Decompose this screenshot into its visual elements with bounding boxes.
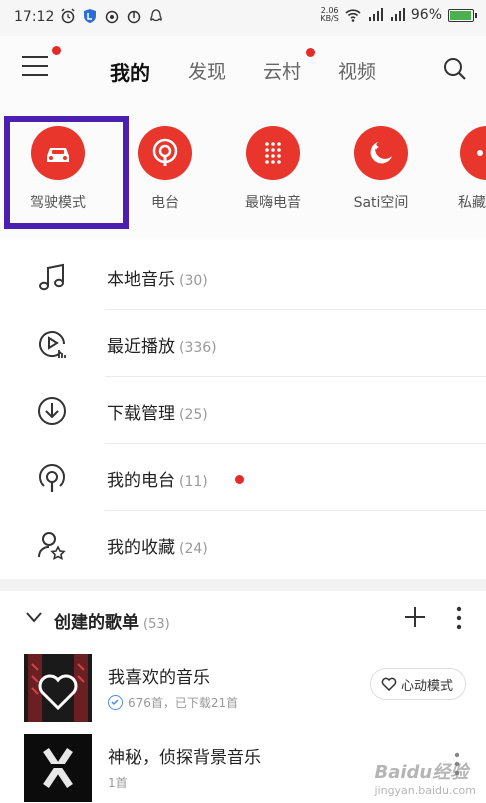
new-content-dot [235,475,244,484]
quick-private[interactable]: 私藏 [436,126,486,212]
music-note-icon [39,263,64,291]
qq-icon [150,9,162,22]
netease-icon [127,10,141,24]
playlist-cover [24,654,92,722]
more-options-icon[interactable] [456,606,462,630]
battery-icon [448,8,477,22]
weibo-icon [105,10,119,24]
downloaded-check-icon [108,695,123,710]
top-nav: 我的 发现 云村 视频 [0,36,486,104]
tab-video[interactable]: 视频 [338,57,376,84]
tab-discover[interactable]: 发现 [188,57,226,84]
add-playlist-icon[interactable] [404,606,426,628]
cloud-village-badge-dot [306,48,315,57]
signal-icon [368,8,383,21]
list-item-favorites[interactable]: 我的收藏 (24) [0,511,486,578]
dots-icon [265,142,281,164]
quick-access-row: 驾驶模式 电台 最嗨电音 Sati空间 私藏 [0,104,486,239]
chevron-down-icon[interactable] [26,611,42,623]
x-cover-image [24,734,92,802]
baidu-watermark: Baidu经验 jingyan.baidu.com [374,762,476,797]
playlist-liked-music[interactable]: 我喜欢的音乐 676首，已下载21首 心动模式 [0,646,486,726]
podcast-icon [39,464,65,492]
signal-4g-icon [390,8,405,21]
battery-percent: 96% [410,7,442,23]
list-item-local-music[interactable]: 本地音乐 (30) [0,243,486,310]
menu-badge-dot [52,46,61,55]
menu-button[interactable] [22,56,48,80]
recent-play-icon [39,331,66,358]
alarm-icon [61,8,75,24]
list-item-recent-play[interactable]: 最近播放 (336) [0,310,486,377]
radio-icon [152,138,178,166]
quick-top-edm[interactable]: 最嗨电音 [223,126,323,212]
heart-cover-image [24,654,92,722]
status-time: 17:12 [14,9,55,25]
section-divider [0,579,486,591]
shield-icon [84,9,96,23]
search-icon[interactable] [442,56,468,82]
playlist-cover [24,734,92,802]
collection-icon [38,532,66,560]
quick-radio[interactable]: 电台 [115,126,215,212]
list-item-my-radio[interactable]: 我的电台 (11) [0,444,486,511]
tab-cloud-village[interactable]: 云村 [263,57,301,84]
tab-mine[interactable]: 我的 [110,57,150,86]
heart-mode-button[interactable]: 心动模式 [369,668,466,700]
status-bar: 17:12 2.06 KB/S 96% [0,0,486,36]
quick-sati-space[interactable]: Sati空间 [331,126,431,212]
heart-icon [381,677,397,691]
created-playlists-header[interactable]: 创建的歌单 (53) [0,591,486,646]
private-icon [477,150,483,156]
list-item-downloads[interactable]: 下载管理 (25) [0,377,486,444]
selection-highlight-box [4,116,129,229]
download-icon [38,397,66,425]
wifi-icon [345,9,361,22]
network-speed: 2.06 KB/S [320,6,339,23]
moon-icon [370,142,392,164]
playlist-detective-bgm[interactable]: 神秘，侦探背景音乐 1首 Baidu经验 jingyan.baidu.com [0,726,486,803]
library-list: 本地音乐 (30) 最近播放 (336) 下载管理 (25) 我的电台 (11) 我的收… [0,239,486,579]
